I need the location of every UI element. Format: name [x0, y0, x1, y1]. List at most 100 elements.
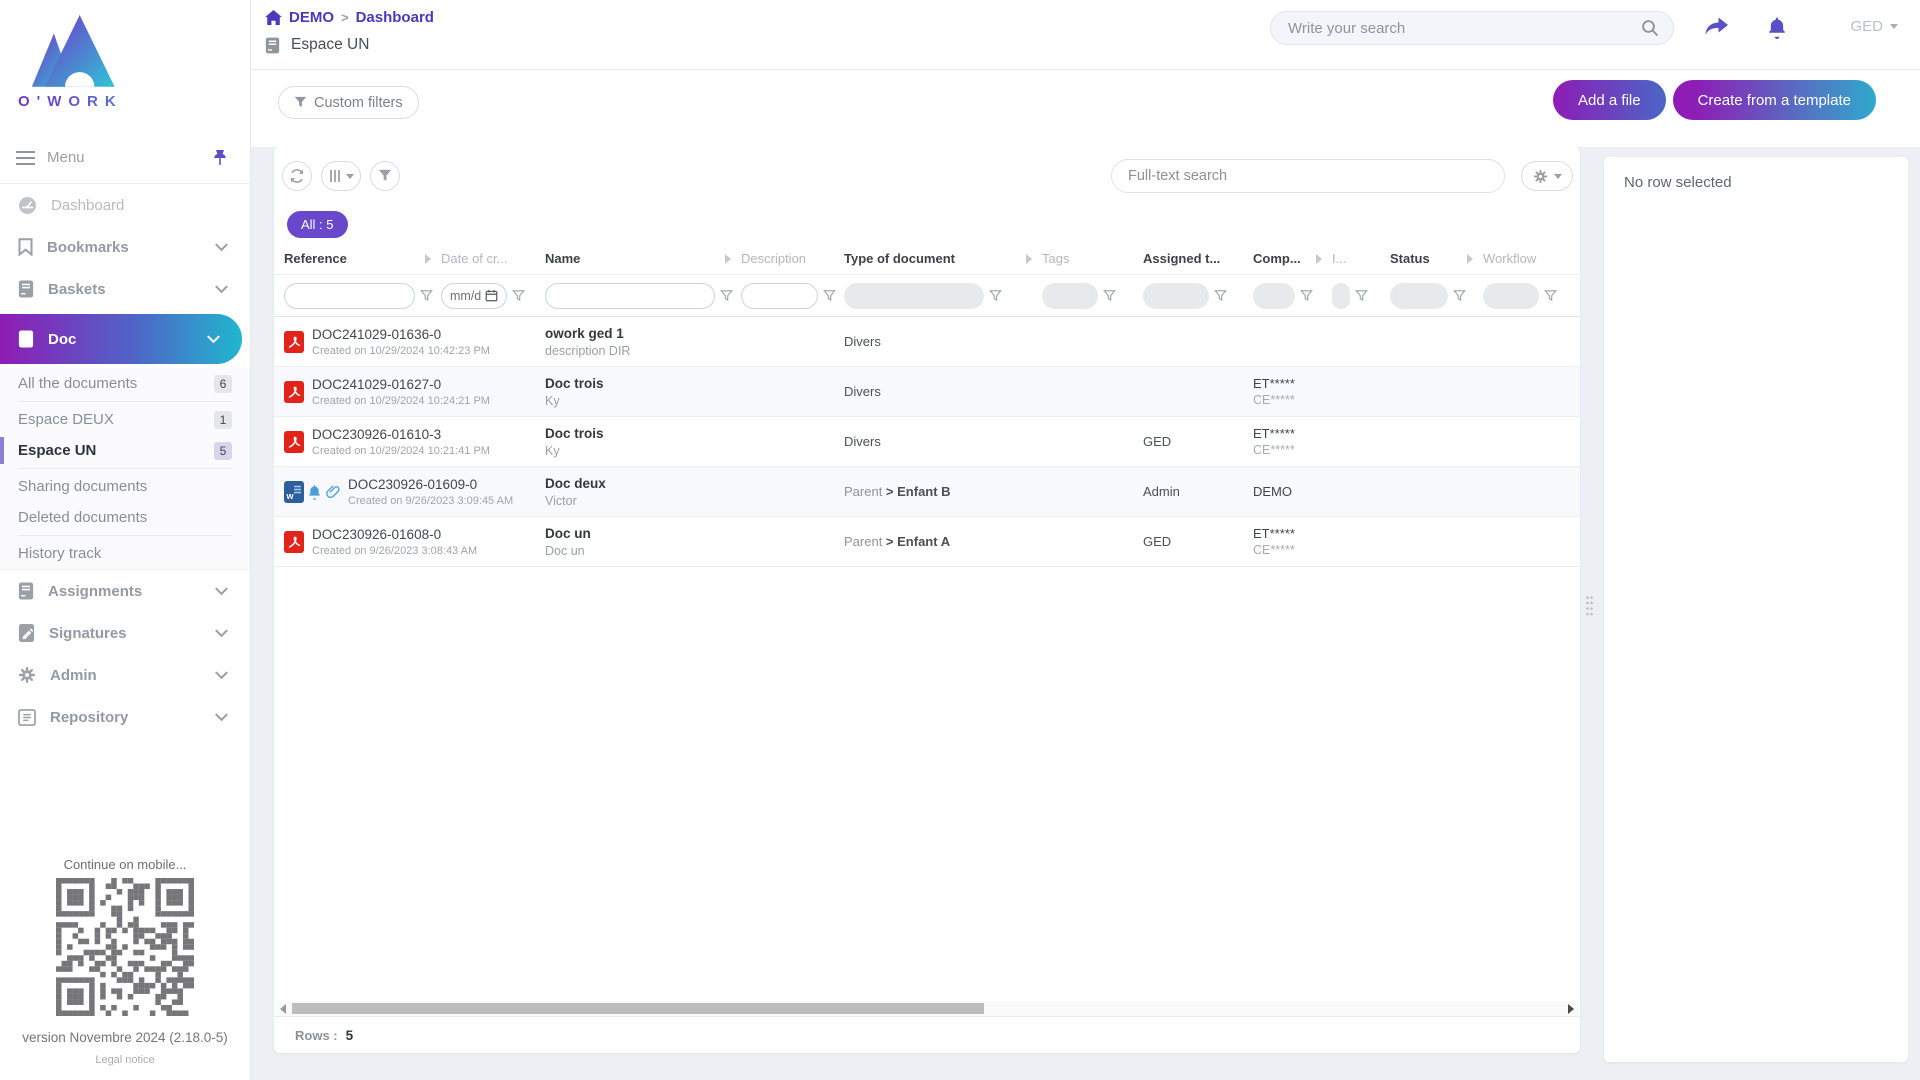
column-header-status[interactable]: Status — [1390, 251, 1483, 266]
name-cell: Doc troisKy — [545, 376, 844, 408]
filter-select-i[interactable] — [1332, 283, 1350, 309]
legal-notice-link[interactable]: Legal notice — [0, 1054, 250, 1066]
sidebar-subitem-sharing-documents[interactable]: Sharing documents — [0, 471, 250, 502]
hamburger-icon[interactable] — [16, 151, 35, 165]
scroll-left-arrow-icon[interactable] — [280, 1004, 286, 1014]
horizontal-scrollbar[interactable] — [275, 1001, 1579, 1016]
table-row[interactable]: DOC230926-01610-3Created on 10/29/2024 1… — [274, 417, 1580, 467]
funnel-icon[interactable] — [989, 290, 1002, 302]
sidebar-item-doc[interactable]: Doc — [0, 314, 242, 364]
funnel-icon[interactable] — [1300, 290, 1313, 302]
sort-icon[interactable] — [725, 254, 731, 264]
pin-icon[interactable] — [212, 149, 228, 166]
funnel-icon[interactable] — [1453, 290, 1466, 302]
fulltext-search-input[interactable] — [1128, 168, 1488, 184]
sidebar-item-dashboard[interactable]: Dashboard — [0, 184, 250, 226]
sidebar-item-repository[interactable]: Repository — [0, 696, 250, 738]
column-header-tags[interactable]: Tags — [1042, 251, 1143, 266]
table-row[interactable]: DOC241029-01636-0Created on 10/29/2024 1… — [274, 317, 1580, 367]
funnel-icon[interactable] — [1103, 290, 1116, 302]
global-search-input[interactable] — [1288, 20, 1641, 37]
scroll-right-arrow-icon[interactable] — [1568, 1004, 1574, 1014]
table-row[interactable]: DOC230926-01608-0Created on 9/26/2023 3:… — [274, 517, 1580, 567]
funnel-icon[interactable] — [1214, 290, 1227, 302]
pdf-file-icon — [284, 431, 304, 453]
filter-input-reference[interactable] — [284, 283, 415, 309]
funnel-icon[interactable] — [1355, 290, 1368, 302]
sidebar-subitem-history-track[interactable]: History track — [0, 538, 250, 569]
sort-icon[interactable] — [425, 254, 431, 264]
type-parent: Parent — [844, 534, 886, 549]
column-header-type-of-document[interactable]: Type of document — [844, 251, 1042, 266]
column-header-label: Reference — [284, 251, 347, 266]
filter-select-comp[interactable] — [1253, 283, 1295, 309]
column-header-comp[interactable]: Comp... — [1253, 251, 1332, 266]
breadcrumb-current[interactable]: Dashboard — [356, 9, 434, 26]
chevron-down-icon — [215, 243, 228, 252]
sidebar-subitem-espace-deux[interactable]: Espace DEUX1 — [0, 404, 250, 435]
column-header-name[interactable]: Name — [545, 251, 741, 266]
filter-select-assigned-t[interactable] — [1143, 283, 1209, 309]
filter-input-name[interactable] — [545, 283, 715, 309]
sidebar-item-signatures[interactable]: Signatures — [0, 612, 250, 654]
panel-resize-handle[interactable] — [1585, 595, 1594, 617]
home-icon[interactable] — [265, 10, 282, 25]
bell-icon[interactable] — [1766, 16, 1788, 39]
sidebar-subitem-all-the-documents[interactable]: All the documents6 — [0, 368, 250, 399]
sidebar-item-assignments[interactable]: Assignments — [0, 570, 250, 612]
sort-icon[interactable] — [1467, 254, 1473, 264]
column-header-description[interactable]: Description — [741, 251, 844, 266]
refresh-button[interactable] — [282, 161, 312, 191]
funnel-icon[interactable] — [1544, 290, 1557, 302]
filter-date-input[interactable]: mm/d — [441, 283, 507, 309]
scrollbar-thumb[interactable] — [292, 1003, 984, 1014]
filter-chip-row: All : 5 — [274, 205, 1580, 243]
sidebar-item-bookmarks[interactable]: Bookmarks — [0, 226, 250, 268]
funnel-icon[interactable] — [720, 290, 733, 302]
company-cell: ET*****CE***** — [1253, 376, 1390, 407]
share-icon[interactable] — [1704, 16, 1729, 38]
column-header-workflow[interactable]: Workflow — [1483, 251, 1580, 266]
filter-button[interactable] — [370, 161, 400, 191]
sidebar-subitem-espace-un[interactable]: Espace UN5 — [0, 435, 250, 466]
column-header-assigned-t[interactable]: Assigned t... — [1143, 251, 1253, 266]
columns-button[interactable] — [321, 161, 361, 191]
filter-cell-date-of-cr: mm/d — [441, 283, 545, 309]
filter-select-type-of-document[interactable] — [844, 283, 984, 309]
all-filter-chip[interactable]: All : 5 — [287, 211, 348, 238]
custom-filters-label: Custom filters — [314, 95, 403, 111]
file-icons — [284, 531, 304, 553]
reference-texts: DOC241029-01636-0Created on 10/29/2024 1… — [312, 327, 490, 357]
add-file-button[interactable]: Add a file — [1553, 80, 1666, 120]
funnel-icon — [294, 96, 307, 109]
sort-icon[interactable] — [1316, 254, 1322, 264]
funnel-icon[interactable] — [823, 290, 836, 302]
app-window: O'WORK Menu DashboardBookmarksBasketsDoc… — [0, 0, 1920, 1080]
sort-icon[interactable] — [1026, 254, 1032, 264]
search-icon[interactable] — [1641, 19, 1659, 37]
funnel-icon[interactable] — [512, 290, 525, 302]
sidebar-subitem-deleted-documents[interactable]: Deleted documents — [0, 502, 250, 533]
filter-input-description[interactable] — [741, 283, 818, 309]
filter-cell-assigned-t — [1143, 283, 1253, 309]
column-header-reference[interactable]: Reference — [284, 251, 441, 266]
chevron-down-icon — [215, 629, 228, 638]
doc-submenu: All the documents6 Espace DEUX1Espace UN5… — [0, 368, 250, 570]
filter-select-workflow[interactable] — [1483, 283, 1539, 309]
table-row[interactable]: wDOC230926-01609-0Created on 9/26/2023 3… — [274, 467, 1580, 517]
create-from-template-button[interactable]: Create from a template — [1673, 80, 1876, 120]
table-row[interactable]: DOC241029-01627-0Created on 10/29/2024 1… — [274, 367, 1580, 417]
filter-cell-name — [545, 283, 741, 309]
sidebar-item-baskets[interactable]: Baskets — [0, 268, 250, 310]
funnel-icon[interactable] — [420, 290, 433, 302]
custom-filters-button[interactable]: Custom filters — [278, 86, 419, 119]
filter-select-status[interactable] — [1390, 283, 1448, 309]
sidebar-item-admin[interactable]: Admin — [0, 654, 250, 696]
filter-select-tags[interactable] — [1042, 283, 1098, 309]
sidebar-item-label: Doc — [48, 331, 207, 348]
breadcrumb-root[interactable]: DEMO — [289, 9, 334, 26]
user-menu[interactable]: GED — [1850, 18, 1898, 35]
table-settings-button[interactable] — [1521, 161, 1573, 191]
column-header-i[interactable]: I... — [1332, 251, 1390, 266]
column-header-date-of-cr[interactable]: Date of cr... — [441, 251, 545, 266]
